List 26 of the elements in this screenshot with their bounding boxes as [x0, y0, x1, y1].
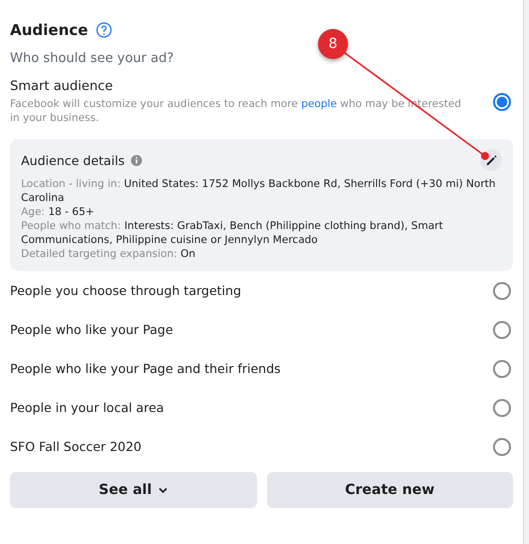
radio-button[interactable]: [493, 438, 511, 456]
see-all-button[interactable]: See all: [10, 472, 256, 508]
radio-button[interactable]: [493, 360, 511, 378]
section-title: Audience: [10, 21, 88, 39]
option-label: People who like your Page and their friends: [10, 361, 281, 376]
details-title: Audience details: [21, 152, 125, 168]
info-icon: [130, 154, 142, 166]
radio-button[interactable]: [493, 93, 511, 111]
radio-button[interactable]: [493, 282, 511, 300]
option-label: People you choose through targeting: [10, 283, 242, 298]
detail-line: Age: 18 - 65+: [21, 205, 96, 219]
subtitle: Who should see your ad?: [10, 51, 175, 66]
detail-line: People who match: Interests: GrabTaxi, Bench (Philippine clothing brand), Smart Communications, Philippine cuisine or Jennylyn Mercado: [21, 219, 444, 247]
radio-button[interactable]: [493, 320, 511, 338]
radio-button[interactable]: [493, 398, 511, 416]
help-icon[interactable]: [96, 22, 112, 38]
create-button[interactable]: Create new: [266, 472, 513, 508]
option-label: People in your local area: [10, 400, 164, 415]
option-label: People who like your Page: [10, 322, 174, 337]
chevron-down-icon: [158, 486, 168, 494]
detail-line: Detailed targeting expansion: On: [21, 247, 196, 261]
people-link[interactable]: people: [301, 98, 337, 110]
detail-line: Location - living in: United States: 1752 Mollys Backbone Rd, Sherrills Ford (+30 mi) North Carolina: [21, 177, 497, 205]
option-label: SFO Fall Soccer 2020: [10, 439, 142, 454]
option-label: Smart audience: [10, 79, 114, 94]
pencil-icon: [484, 154, 498, 166]
